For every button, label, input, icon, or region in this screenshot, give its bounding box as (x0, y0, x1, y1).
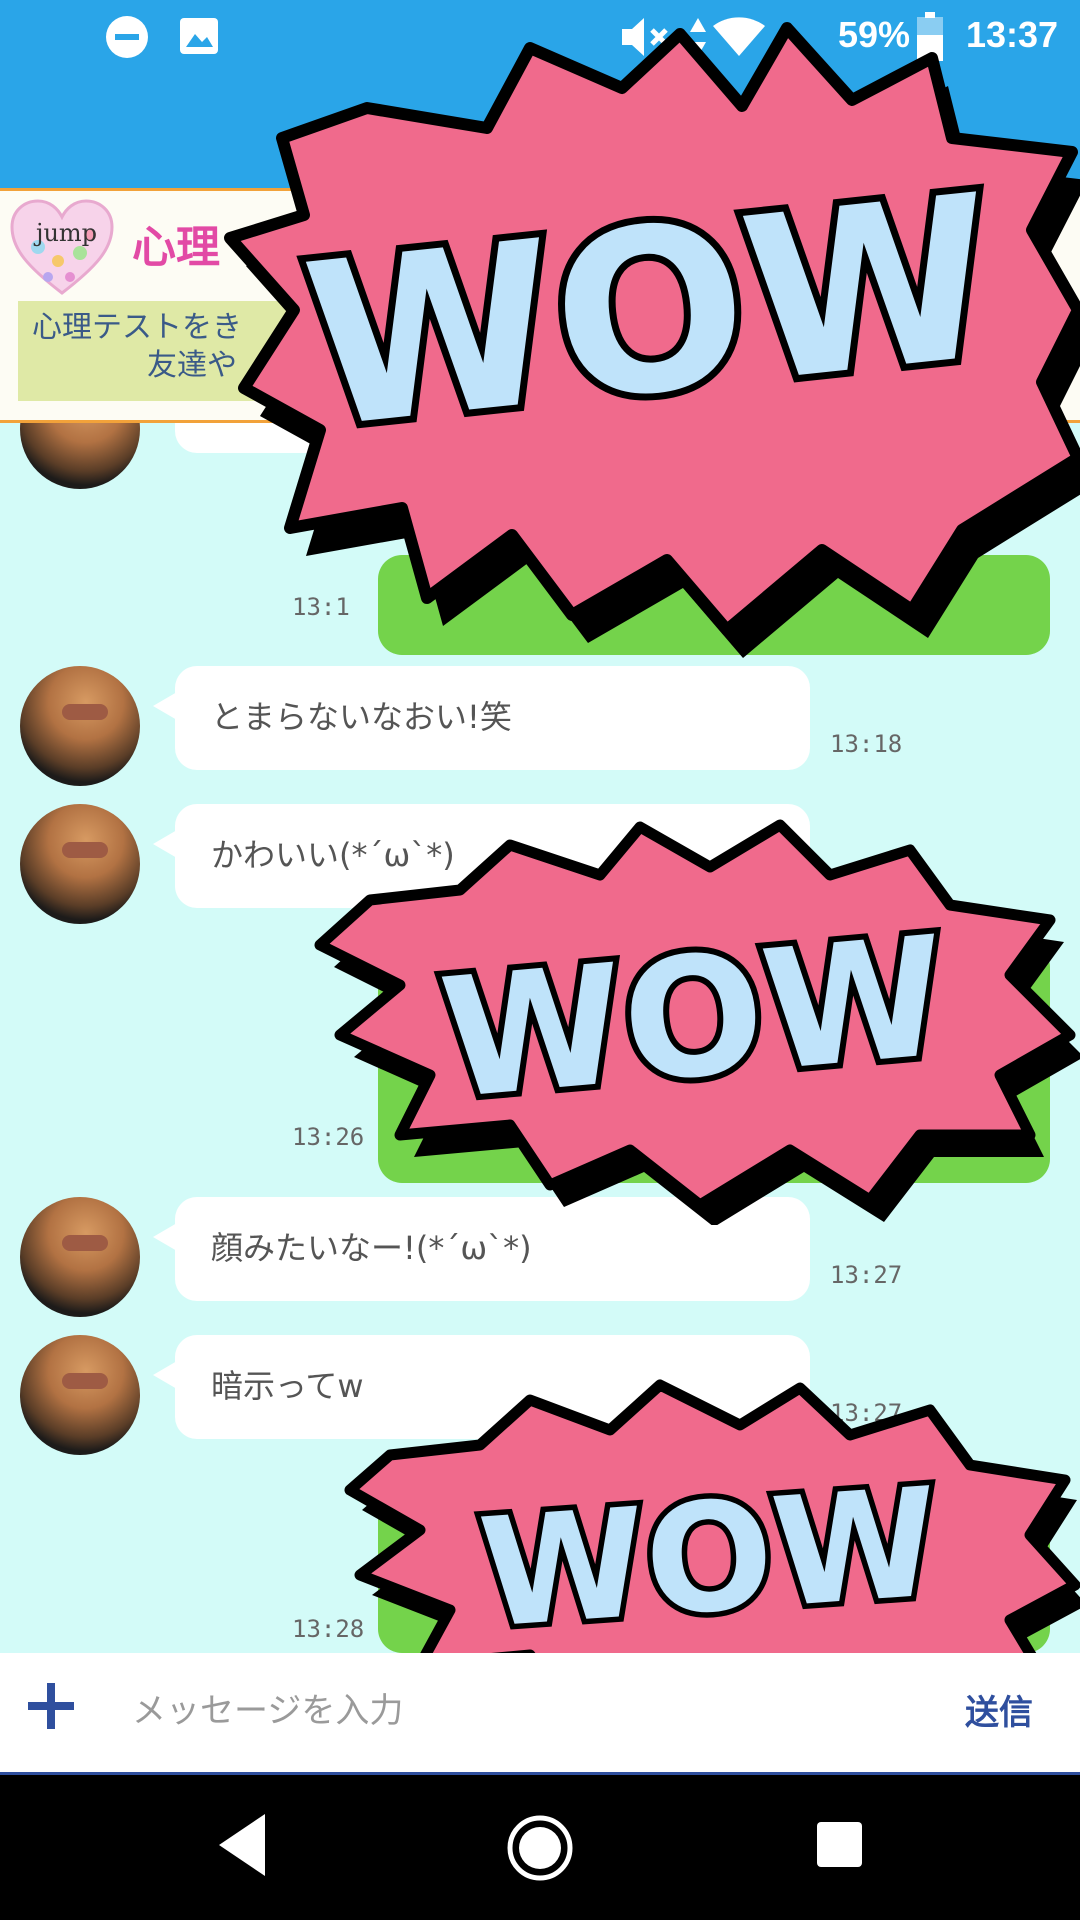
message-bubble[interactable]: とまらないなおい!笑 (153, 666, 810, 770)
message-time: 13:18 (830, 730, 903, 758)
recent-apps-icon[interactable] (817, 1822, 862, 1867)
navigation-bar (0, 1775, 1080, 1920)
send-button[interactable]: 送信 (965, 1685, 1033, 1734)
add-attachment-icon[interactable] (28, 1683, 74, 1729)
wow-sticker[interactable]: WOW (310, 805, 1080, 1225)
avatar[interactable] (20, 666, 140, 786)
heart-logo-icon (10, 199, 114, 295)
message-time: 13:27 (830, 1261, 903, 1289)
avatar[interactable] (20, 1197, 140, 1317)
sticker-text: WOW (475, 1456, 944, 1662)
avatar[interactable] (20, 804, 140, 924)
message-input[interactable] (130, 1675, 914, 1747)
do-not-disturb-icon (106, 16, 148, 58)
message-input-bar: 送信 (0, 1653, 1080, 1775)
banner-subtitle-line1: 心理テストをき (32, 310, 242, 345)
avatar[interactable] (20, 423, 140, 489)
logo-text: jump (36, 219, 98, 247)
home-icon[interactable] (505, 1813, 575, 1883)
banner-title: 心理 (132, 222, 220, 273)
back-icon[interactable] (215, 1810, 267, 1880)
avatar[interactable] (20, 1335, 140, 1455)
wow-sticker[interactable]: WOW (212, 10, 1080, 670)
